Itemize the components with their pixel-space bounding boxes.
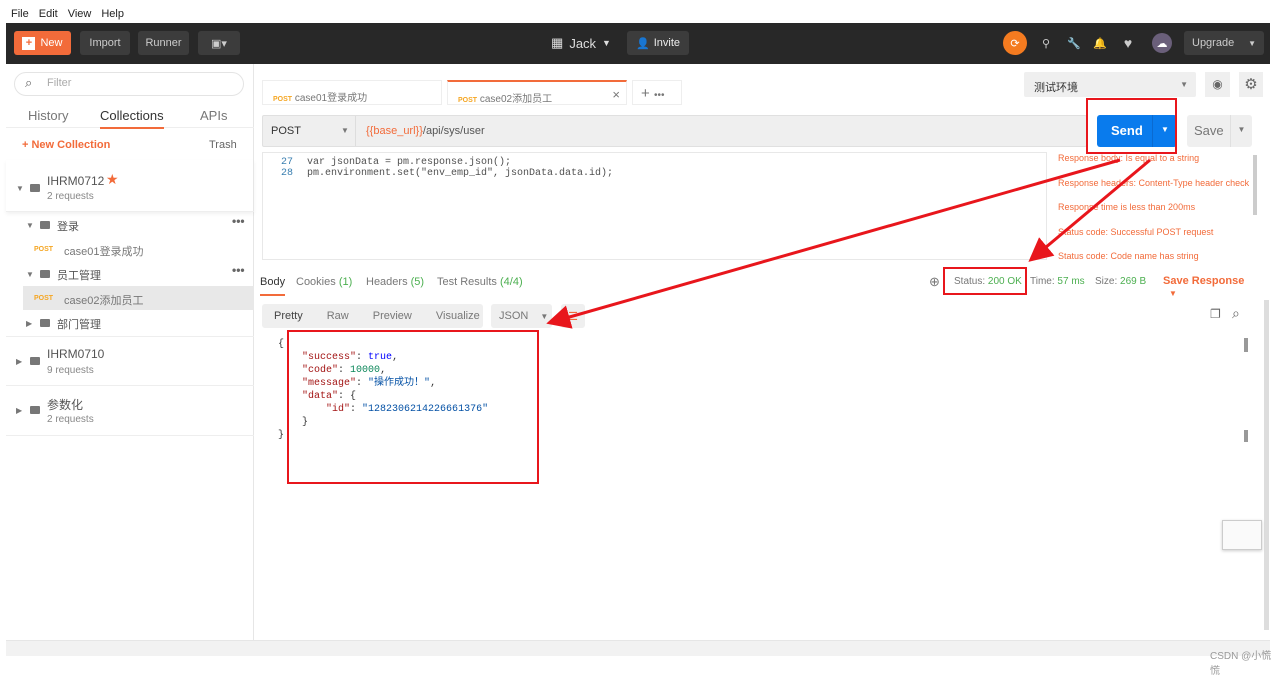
annotation-arrows (546, 158, 1151, 329)
arrow-to-body (546, 158, 1121, 329)
arrow-to-status (1028, 158, 1151, 262)
